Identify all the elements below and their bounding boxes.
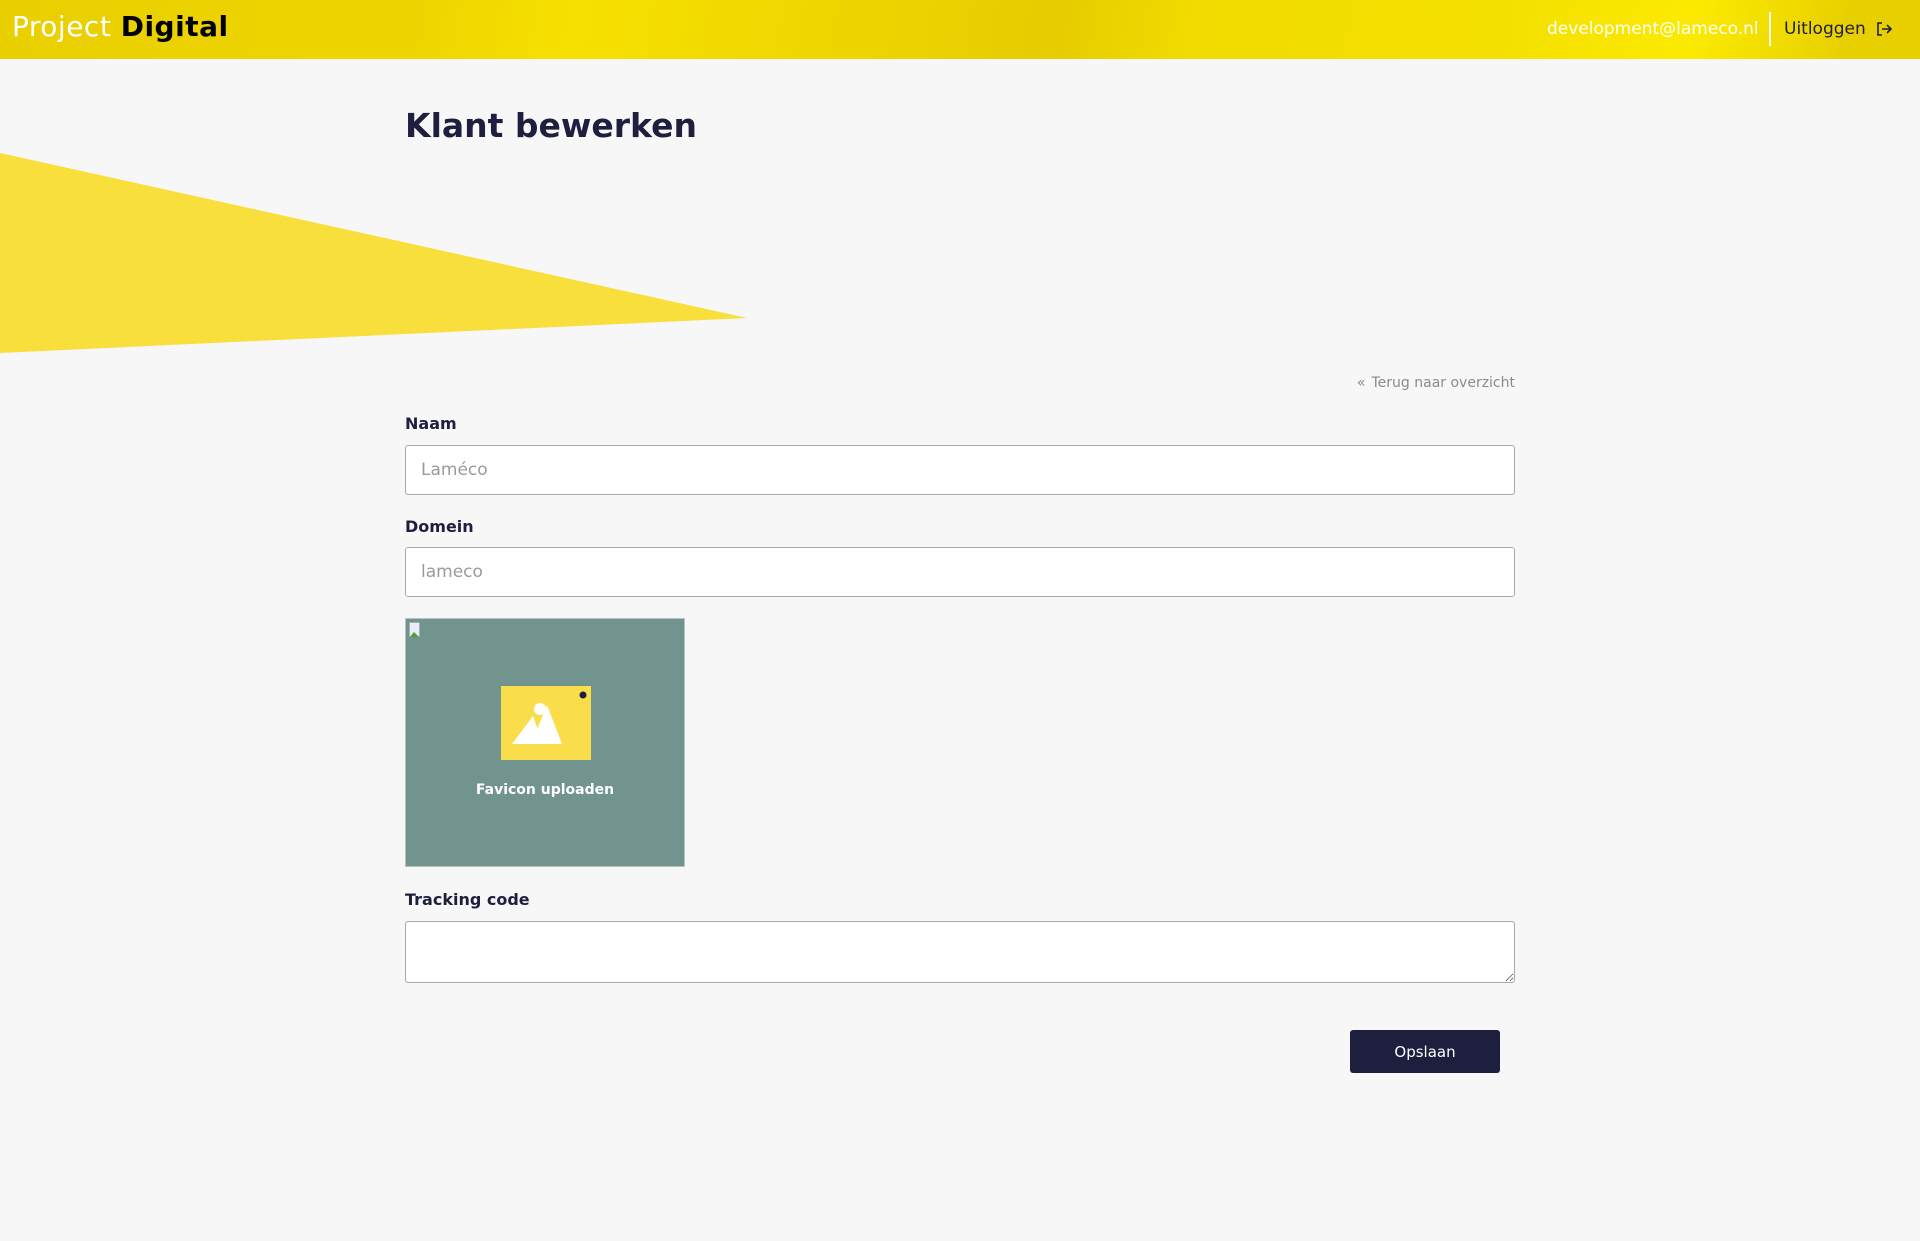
logout-label: Uitloggen [1784, 19, 1866, 39]
logout-icon [1876, 22, 1892, 36]
header-divider [1769, 12, 1771, 46]
domain-label: Domein [405, 517, 474, 536]
name-label: Naam [405, 414, 457, 433]
decorative-triangle [0, 153, 747, 353]
save-button[interactable]: Opslaan [1350, 1030, 1500, 1073]
back-to-overview-link[interactable]: « Terug naar overzicht [1357, 375, 1515, 391]
page-title: Klant bewerken [405, 106, 697, 145]
user-email: development@lameco.nl [1547, 19, 1759, 39]
tracking-code-textarea[interactable] [405, 921, 1515, 983]
image-icon [501, 686, 591, 760]
back-link-label: Terug naar overzicht [1371, 375, 1515, 391]
double-chevron-left-icon: « [1356, 375, 1366, 391]
broken-image-icon [409, 622, 420, 637]
tracking-code-label: Tracking code [405, 890, 530, 909]
logout-button[interactable]: Uitloggen [1784, 19, 1892, 39]
favicon-upload-label: Favicon uploaden [475, 782, 615, 798]
domain-input[interactable] [405, 547, 1515, 597]
favicon-upload[interactable]: Favicon uploaden [405, 618, 685, 867]
name-input[interactable] [405, 445, 1515, 495]
